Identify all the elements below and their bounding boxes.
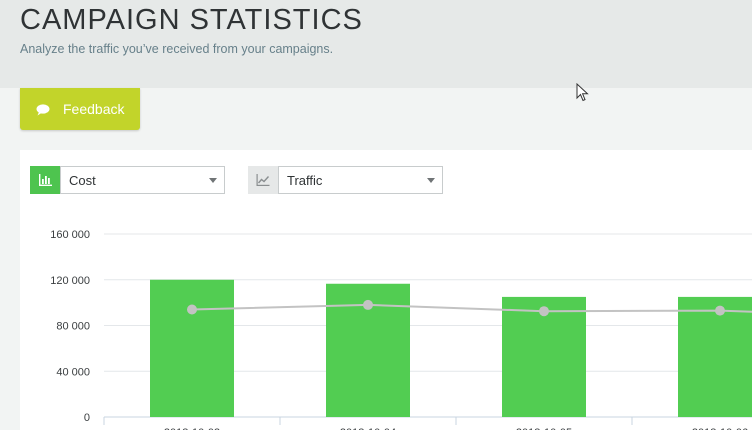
y-tick-label: 120 000 [50, 275, 90, 287]
page-subtitle: Analyze the traffic you’ve received from… [20, 42, 334, 56]
page-header: CAMPAIGN STATISTICS Analyze the traffic … [0, 0, 752, 88]
bar [678, 296, 752, 417]
series-line [191, 303, 752, 313]
campaign-chart: 160 000120 00080 00040 0000 2018-10-0320… [50, 229, 752, 430]
page-title: CAMPAIGN STATISTICS [20, 4, 363, 36]
line-point [363, 299, 373, 310]
mouse-cursor-icon [576, 83, 589, 102]
y-tick-label: 80 000 [56, 321, 90, 333]
y-tick-label: 0 [84, 412, 90, 424]
chart-panel: Cost Traffic 160 000 120 000 80 000 40 000 0… [20, 150, 752, 430]
line-point [715, 305, 725, 316]
feedback-button[interactable]: Feedback [20, 88, 140, 130]
speech-bubble-icon [36, 103, 50, 116]
feedback-label: Feedback [63, 101, 125, 117]
bar [150, 279, 234, 417]
line-point [539, 306, 549, 317]
y-tick-label: 160 000 [50, 229, 90, 241]
y-tick-label: 40 000 [56, 366, 90, 378]
line-point [187, 304, 197, 315]
